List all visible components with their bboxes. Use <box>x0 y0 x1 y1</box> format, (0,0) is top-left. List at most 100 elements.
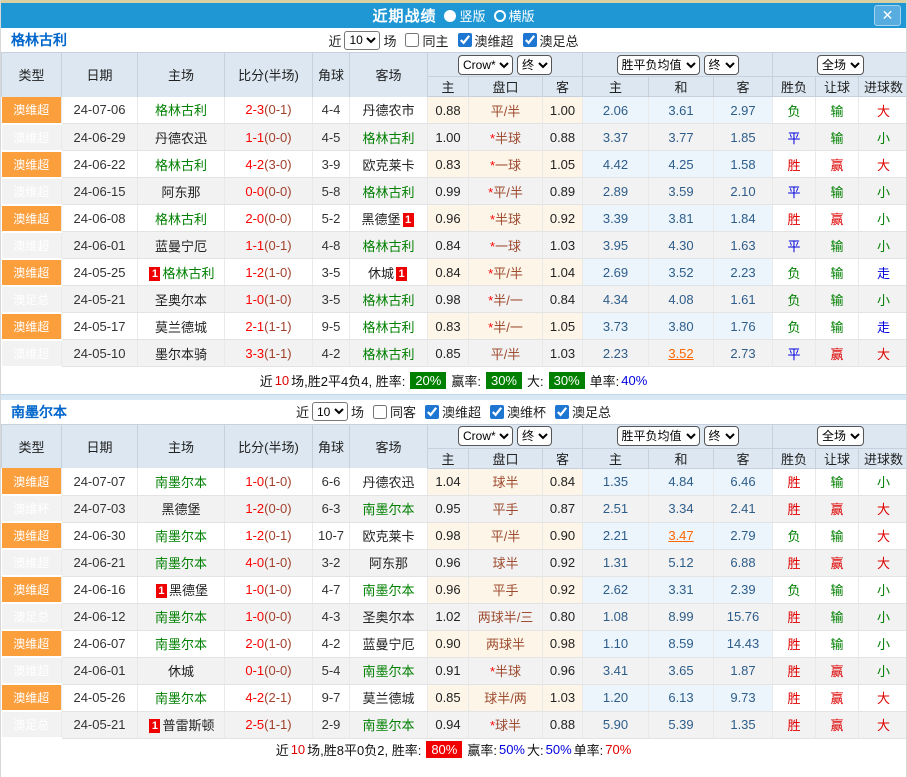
euro-draw-odds: 5.39 <box>668 717 693 732</box>
corner-count: 5-4 <box>313 657 350 684</box>
orientation-radio-vertical[interactable]: 竖版 <box>444 6 485 25</box>
asia-away-odds: 0.80 <box>543 603 583 630</box>
match-row: 澳维超24-07-06格林古利2-3(0-1)4-4丹德农市0.88平/半1.0… <box>2 97 907 124</box>
away-team-name: 格林古利 <box>362 131 414 146</box>
home-team-name: 格林古利 <box>162 266 214 281</box>
result-group: 全场 <box>773 53 907 77</box>
away-team-name: 南墨尔本 <box>362 664 414 679</box>
league-type-badge: 澳维超 <box>2 340 62 367</box>
euro-draw-cell: 3.52 <box>649 340 714 367</box>
avg-odds-select[interactable]: 胜平负均值 <box>617 426 700 446</box>
home-team-name: 圣奥尔本 <box>155 293 207 308</box>
radio-selected-icon[interactable] <box>444 10 456 22</box>
euro-draw-cell: 3.31 <box>649 576 714 603</box>
same-venue-checkbox[interactable] <box>405 33 419 47</box>
away-team-cell: 南墨尔本 <box>350 711 428 738</box>
corner-count: 10-7 <box>313 522 350 549</box>
halftime-score: (0-0) <box>264 663 291 678</box>
match-row: 澳维超24-06-21南墨尔本4-0(1-0)3-2阿东那0.96球半0.921… <box>2 549 907 576</box>
handicap-text: 平/半 <box>491 104 521 119</box>
avg-odds-select[interactable]: 胜平负均值 <box>617 55 700 75</box>
final-odds-select[interactable]: 终 <box>517 426 552 446</box>
handicap-result: 输 <box>816 468 859 495</box>
away-team-name: 圣奥尔本 <box>362 610 414 625</box>
final-odds-select2[interactable]: 终 <box>704 55 739 75</box>
filter-controls: 近10场同客澳维超澳维杯澳足总 <box>296 402 611 421</box>
orientation-radio-horizontal[interactable]: 横版 <box>494 6 535 25</box>
euro-draw-cell: 4.84 <box>649 468 714 495</box>
match-date: 24-05-17 <box>62 313 138 340</box>
home-team-cell: 南墨尔本 <box>138 684 225 711</box>
fulltime-score: 1-0 <box>245 474 264 489</box>
match-count-select[interactable]: 10 <box>312 402 348 421</box>
euro-draw-cell: 5.39 <box>649 711 714 738</box>
match-count-select[interactable]: 10 <box>344 31 380 50</box>
match-date: 24-06-12 <box>62 603 138 630</box>
euro-draw-odds: 3.61 <box>668 103 693 118</box>
match-date: 24-06-22 <box>62 151 138 178</box>
euro-draw-odds: 3.59 <box>668 184 693 199</box>
final-odds-select2[interactable]: 终 <box>704 426 739 446</box>
fulltime-score: 2-5 <box>245 717 264 732</box>
euro-away-odds: 1.87 <box>714 657 773 684</box>
score-cell: 1-0(1-0) <box>225 286 313 313</box>
euro-away-odds: 2.23 <box>714 259 773 286</box>
handicap-result: 赢 <box>816 151 859 178</box>
asia-home-odds: 1.04 <box>428 468 469 495</box>
league-filter-checkbox[interactable] <box>425 405 439 419</box>
fulltime-score: 4-0 <box>245 555 264 570</box>
handicap-text: 两球半/三 <box>478 610 534 625</box>
col-goals: 进球数 <box>859 77 907 97</box>
corner-count: 3-5 <box>313 259 350 286</box>
fulltime-score: 0-1 <box>245 663 264 678</box>
asia-home-odds: 0.96 <box>428 549 469 576</box>
league-filter-checkbox[interactable] <box>490 405 504 419</box>
same-venue-checkbox[interactable] <box>373 405 387 419</box>
final-odds-select[interactable]: 终 <box>517 55 552 75</box>
away-team-name: 南墨尔本 <box>362 502 414 517</box>
scope-select[interactable]: 全场 <box>817 55 864 75</box>
halftime-score: (1-1) <box>264 319 291 334</box>
handicap-text: 一球 <box>495 158 521 173</box>
asia-away-odds: 0.98 <box>543 630 583 657</box>
radio-unselected-icon[interactable] <box>494 10 506 22</box>
stats-summary: 近10场,胜2平4负4, 胜率:20%赢率:30%大:30%单率:40% <box>1 368 906 394</box>
match-date: 24-06-01 <box>62 232 138 259</box>
footer-stat: 80% <box>426 741 462 758</box>
euro-draw-odds: 4.30 <box>668 238 693 253</box>
match-row: 澳维超24-06-29丹德农迅1-1(0-0)4-5格林古利1.00*半球0.8… <box>2 124 907 151</box>
footer-stat: 近 <box>260 371 273 390</box>
home-team-name: 休城 <box>168 664 194 679</box>
asia-away-odds: 0.92 <box>543 549 583 576</box>
euro-away-odds: 2.79 <box>714 522 773 549</box>
same-venue-label: 同客 <box>390 402 416 421</box>
bookmaker-select[interactable]: Crow* <box>458 426 513 446</box>
wdl-result: 负 <box>773 313 816 340</box>
league-filter-checkbox[interactable] <box>523 33 537 47</box>
fulltime-score: 1-0 <box>245 292 264 307</box>
close-icon[interactable]: ✕ <box>874 5 901 26</box>
goals-result: 小 <box>859 468 907 495</box>
home-team-name: 南墨尔本 <box>155 637 207 652</box>
footer-stat: 赢率: <box>451 371 481 390</box>
handicap-result: 输 <box>816 522 859 549</box>
team-name: 南墨尔本 <box>11 402 67 422</box>
footer-stat: 近 <box>276 740 289 759</box>
league-type-badge: 澳维超 <box>2 151 62 178</box>
home-team-cell: 格林古利 <box>138 97 225 124</box>
bookmaker-select[interactable]: Crow* <box>458 55 513 75</box>
col-euro-away: 客 <box>714 448 773 468</box>
wdl-result: 胜 <box>773 630 816 657</box>
home-team-cell: 1格林古利 <box>138 259 225 286</box>
league-filter-checkbox[interactable] <box>458 33 472 47</box>
footer-stat: 70% <box>605 742 631 757</box>
scope-select[interactable]: 全场 <box>817 426 864 446</box>
orientation-vertical-label: 竖版 <box>459 6 485 25</box>
euro-away-odds: 15.76 <box>714 603 773 630</box>
handicap-result: 赢 <box>816 684 859 711</box>
away-team-cell: 黑德堡1 <box>350 205 428 232</box>
euro-draw-cell: 4.30 <box>649 232 714 259</box>
league-filter-checkbox[interactable] <box>555 405 569 419</box>
euro-draw-odds: 3.31 <box>668 582 693 597</box>
away-team-cell: 莫兰德城 <box>350 684 428 711</box>
